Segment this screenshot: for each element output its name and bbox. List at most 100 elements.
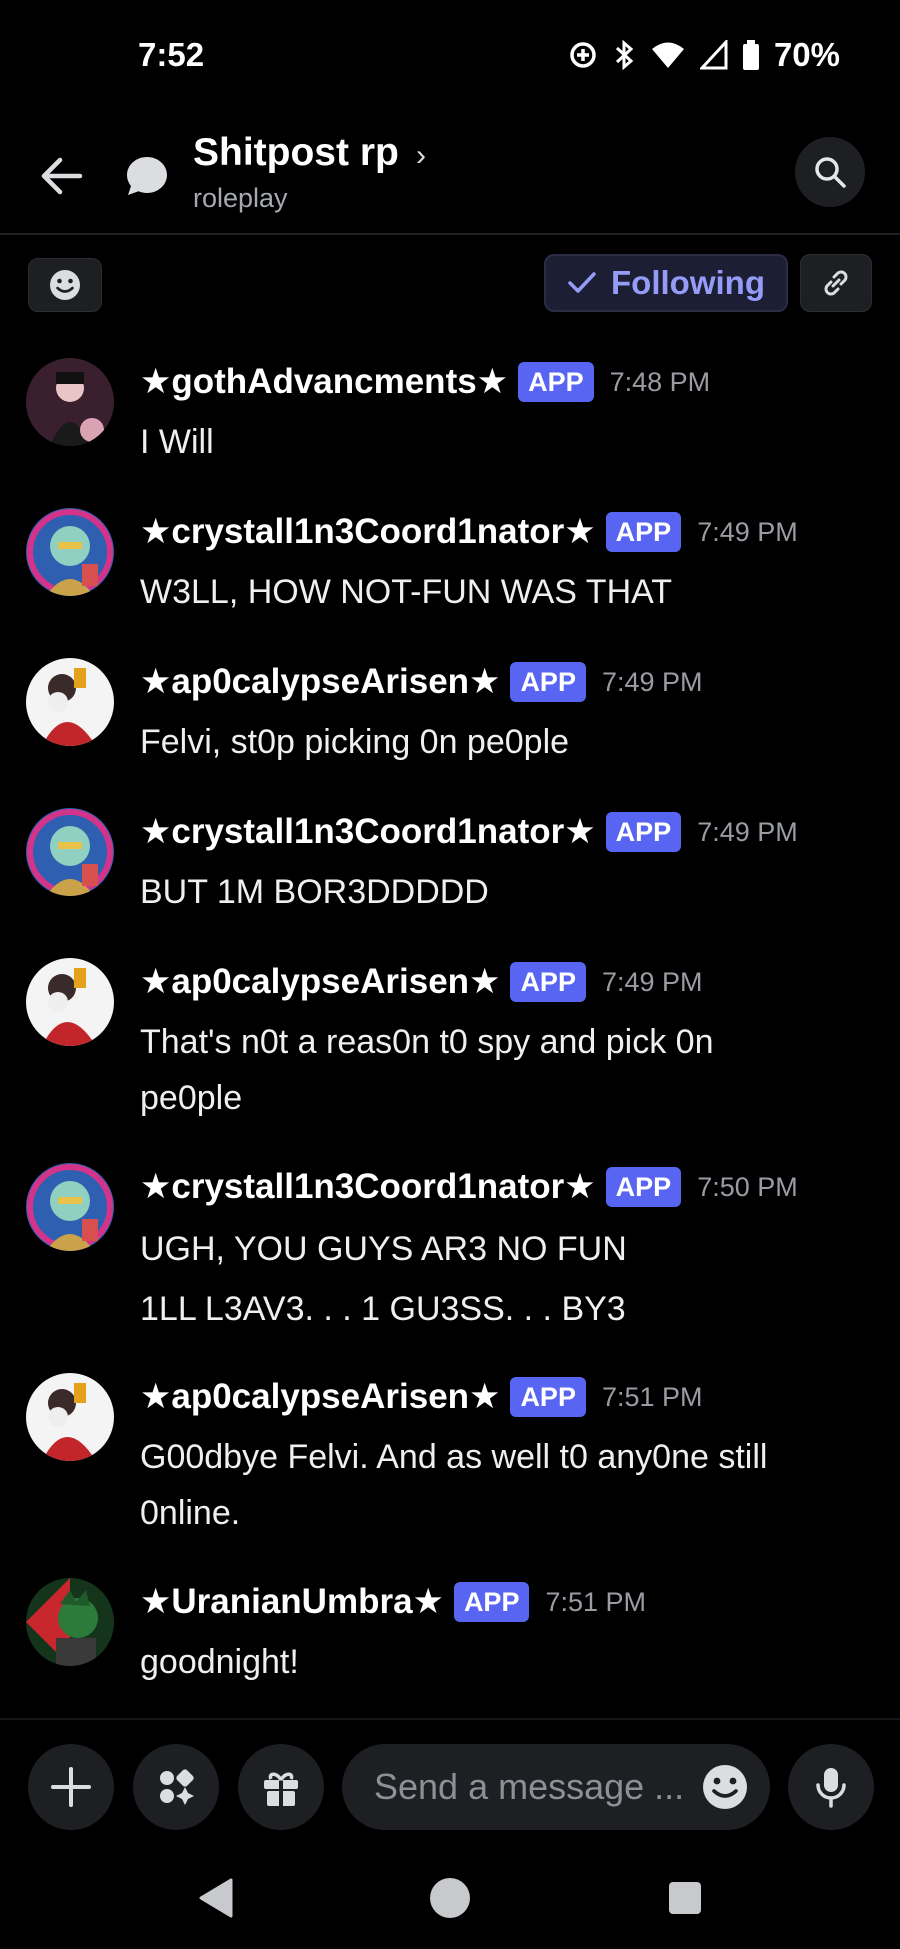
- message-line: BUT 1M BOR3DDDDD: [140, 873, 489, 911]
- app-badge: APP: [510, 1377, 586, 1417]
- apps-button[interactable]: [133, 1744, 219, 1830]
- nav-home-button[interactable]: [420, 1868, 480, 1928]
- message-input-container[interactable]: [342, 1744, 770, 1830]
- timestamp: 7:49 PM: [697, 816, 798, 847]
- data-saver-icon: [570, 42, 596, 68]
- app-badge: APP: [518, 362, 594, 402]
- back-arrow-icon: [41, 157, 83, 195]
- plus-icon: [51, 1767, 91, 1807]
- avatar[interactable]: [26, 508, 114, 596]
- emoji-icon: [50, 270, 80, 300]
- app-badge: APP: [510, 962, 586, 1002]
- reaction-button[interactable]: [28, 258, 102, 312]
- message-line: 1LL L3AV3. . . 1 GU3SS. . . BY3: [140, 1290, 626, 1328]
- bluetooth-icon: [615, 39, 634, 71]
- message-header: ★UranianUmbra★ APP 7:51 PM: [140, 1578, 646, 1626]
- channel-title[interactable]: Shitpost rp: [193, 131, 399, 175]
- back-button[interactable]: [34, 151, 90, 201]
- following-label: Following: [611, 264, 765, 301]
- timestamp: 7:49 PM: [601, 966, 703, 997]
- message-line: UGH, YOU GUYS AR3 NO FUN: [140, 1230, 627, 1268]
- message-line: That's n0t a reas0n t0 spy and pick 0n: [140, 1023, 714, 1061]
- message-line: W3LL, HOW NOT-FUN WAS THAT: [140, 573, 673, 611]
- status-icons: 70%: [568, 36, 840, 74]
- message-header: ★ap0calypseArisen★ APP 7:49 PM: [140, 658, 703, 706]
- emoji-icon[interactable]: [700, 1762, 750, 1812]
- avatar[interactable]: [26, 358, 114, 446]
- channel-subtitle: roleplay: [193, 183, 288, 213]
- avatar[interactable]: [26, 1163, 114, 1251]
- message-composer: [0, 1718, 900, 1852]
- apps-icon: [160, 1769, 194, 1805]
- message-line: Felvi, st0p picking 0n pe0ple: [140, 723, 570, 761]
- avatar[interactable]: [26, 958, 114, 1046]
- message-text: W3LL, HOW NOT-FUN WAS THAT: [140, 564, 875, 620]
- battery-percent: 70%: [773, 36, 840, 73]
- username[interactable]: ★ap0calypseArisen★: [140, 962, 500, 1002]
- message-line: 0nline.: [140, 1494, 241, 1532]
- message-text: G00dbye Felvi. And as well t0 any0ne sti…: [140, 1429, 875, 1541]
- message-header: ★ap0calypseArisen★ APP 7:51 PM: [140, 1373, 703, 1421]
- app-badge: APP: [453, 1582, 530, 1622]
- username[interactable]: ★ap0calypseArisen★: [140, 1377, 500, 1417]
- timestamp: 7:51 PM: [601, 1381, 703, 1412]
- username[interactable]: ★crystall1n3Coord1nator★: [140, 1167, 596, 1207]
- message-header: ★crystall1n3Coord1nator★ APP 7:50 PM: [140, 1163, 798, 1211]
- message-text: That's n0t a reas0n t0 spy and pick 0n p…: [140, 1014, 875, 1126]
- timestamp: 7:48 PM: [609, 366, 711, 397]
- username[interactable]: ★UranianUmbra★: [140, 1582, 444, 1622]
- chevron-right-icon[interactable]: ›: [416, 139, 426, 173]
- timestamp: 7:49 PM: [697, 516, 798, 547]
- avatar[interactable]: [26, 1373, 114, 1461]
- message-text: BUT 1M BOR3DDDDD: [140, 864, 875, 920]
- app-badge: APP: [510, 662, 586, 702]
- timestamp: 7:51 PM: [545, 1586, 647, 1617]
- message-header: ★crystall1n3Coord1nator★ APP 7:49 PM: [140, 808, 798, 856]
- search-button[interactable]: [795, 137, 865, 207]
- back-triangle-icon: [199, 1878, 233, 1918]
- checkmark-icon: [568, 272, 596, 293]
- signal-icon: [699, 40, 728, 70]
- username[interactable]: ★gothAdvancments★: [140, 362, 508, 402]
- username[interactable]: ★crystall1n3Coord1nator★: [140, 512, 596, 552]
- username[interactable]: ★crystall1n3Coord1nator★: [140, 812, 596, 852]
- gift-button[interactable]: [238, 1744, 324, 1830]
- avatar[interactable]: [26, 808, 114, 896]
- recents-square-icon: [669, 1882, 701, 1914]
- message-line: I Will: [140, 423, 214, 461]
- microphone-icon: [816, 1768, 846, 1808]
- app-badge: APP: [605, 1167, 682, 1207]
- thread-toolbar: Following: [0, 250, 900, 320]
- system-nav-bar: [0, 1850, 900, 1949]
- nav-recents-button[interactable]: [655, 1868, 715, 1928]
- message-line: pe0ple: [140, 1079, 243, 1117]
- timestamp: 7:49 PM: [601, 666, 703, 697]
- add-attachment-button[interactable]: [28, 1744, 114, 1830]
- message-header: ★crystall1n3Coord1nator★ APP 7:49 PM: [140, 508, 798, 556]
- voice-message-button[interactable]: [788, 1744, 874, 1830]
- message-header: ★ap0calypseArisen★ APP 7:49 PM: [140, 958, 703, 1006]
- wifi-icon: [651, 42, 684, 68]
- avatar[interactable]: [26, 1578, 114, 1666]
- message-text: UGH, YOU GUYS AR3 NO FUN 1LL L3AV3. . . …: [140, 1219, 875, 1339]
- gift-icon: [264, 1772, 298, 1806]
- message-input[interactable]: [372, 1765, 686, 1809]
- battery-icon: [742, 40, 759, 70]
- app-badge: APP: [605, 512, 682, 552]
- username[interactable]: ★ap0calypseArisen★: [140, 662, 500, 702]
- home-circle-icon: [430, 1878, 470, 1918]
- thread-icon: [122, 151, 172, 201]
- following-button[interactable]: Following: [544, 254, 788, 312]
- channel-header: Shitpost rp › roleplay: [0, 115, 900, 235]
- copy-link-button[interactable]: [800, 254, 872, 312]
- search-icon: [815, 157, 846, 188]
- message-line: G00dbye Felvi. And as well t0 any0ne sti…: [140, 1438, 768, 1476]
- status-time: 7:52: [138, 36, 205, 73]
- nav-back-button[interactable]: [185, 1868, 245, 1928]
- link-icon: [824, 270, 848, 296]
- app-badge: APP: [605, 812, 682, 852]
- avatar[interactable]: [26, 658, 114, 746]
- message-line: goodnight!: [140, 1643, 299, 1681]
- message-text: goodnight!: [140, 1634, 875, 1690]
- message-header: ★gothAdvancments★ APP 7:48 PM: [140, 358, 710, 406]
